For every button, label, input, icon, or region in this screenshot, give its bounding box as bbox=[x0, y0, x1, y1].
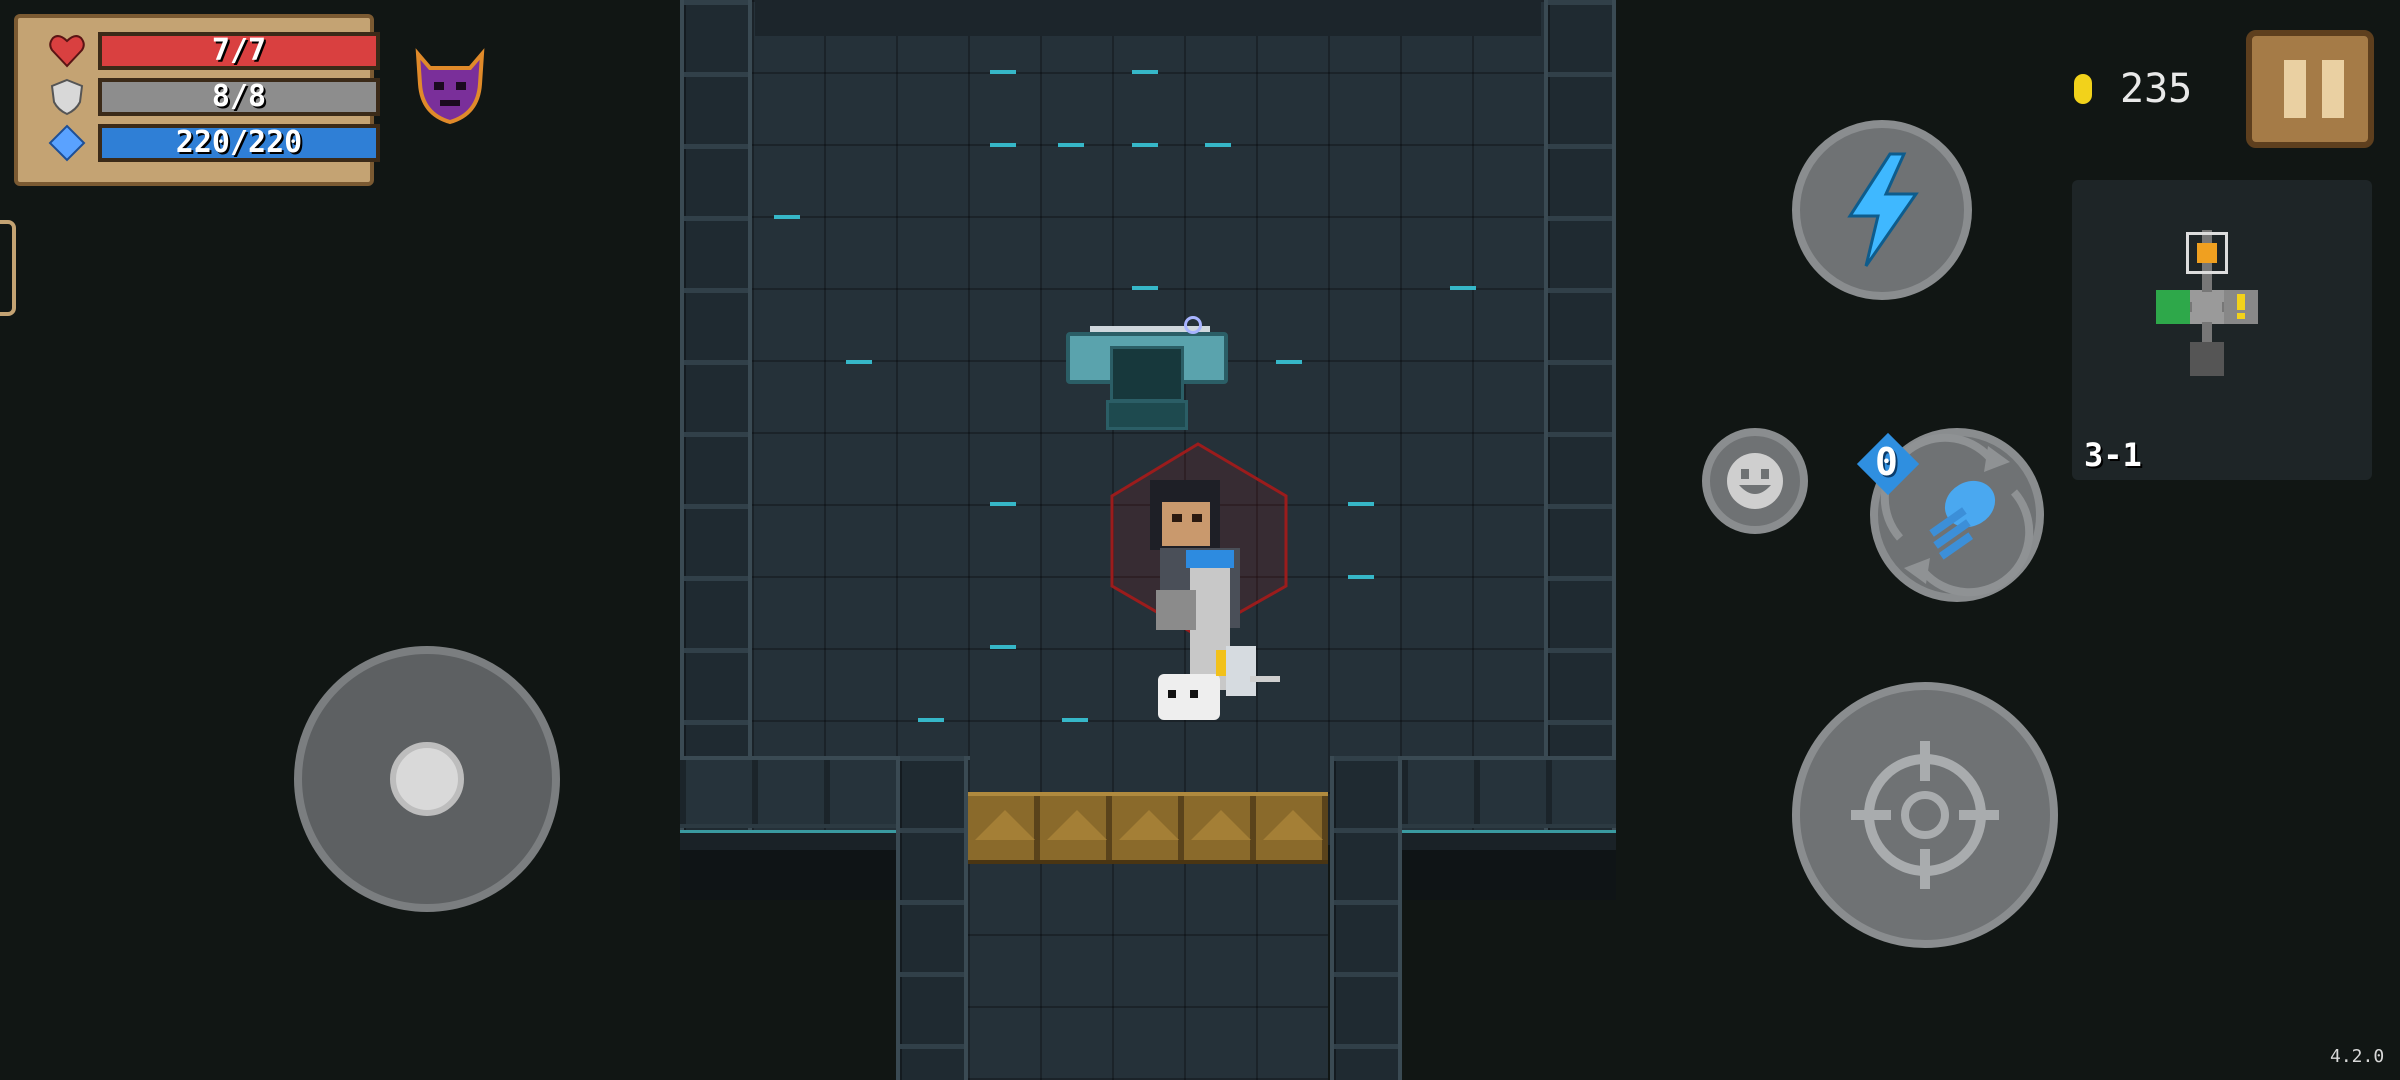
lightning-bolt-icon bbox=[1847, 152, 1919, 267]
coin-icon bbox=[2074, 74, 2092, 104]
bottom-ledge-left bbox=[680, 830, 900, 850]
heart-icon bbox=[49, 35, 85, 68]
armor-bar: 8/8 bbox=[98, 78, 380, 116]
floor-light bbox=[1132, 143, 1158, 147]
floor-light bbox=[1058, 143, 1084, 147]
jellyfish-weapon-icon bbox=[1929, 480, 1996, 560]
joystick-knob[interactable] bbox=[390, 742, 464, 816]
floor-light bbox=[1132, 70, 1158, 74]
floor-light bbox=[1276, 360, 1302, 364]
right-wall bbox=[1544, 0, 1616, 830]
ledge-shadow-right bbox=[1400, 850, 1616, 900]
version-label: 4.2.0 bbox=[2330, 1046, 2385, 1067]
floor-light bbox=[1062, 718, 1088, 722]
floor-light bbox=[990, 645, 1016, 649]
floor-light bbox=[1132, 286, 1158, 290]
dungeon-room-back bbox=[755, 0, 1541, 36]
skill-counter-badge: 0 bbox=[1856, 432, 1920, 496]
bridge-deco bbox=[1191, 810, 1251, 840]
weapon-pedestal[interactable] bbox=[1066, 316, 1228, 434]
minimap-room-current bbox=[2190, 290, 2224, 324]
health-value: 7/7 bbox=[211, 33, 267, 68]
crosshair-icon bbox=[1851, 741, 1999, 889]
corridor-floor bbox=[968, 862, 1328, 1080]
emote-button[interactable] bbox=[1702, 428, 1808, 534]
smiley-face-icon bbox=[1727, 453, 1783, 509]
player-stats-panel: 7/7 8/8 220/220 bbox=[14, 14, 380, 186]
ledge-shadow-left bbox=[680, 850, 900, 900]
floor-light bbox=[846, 360, 872, 364]
health-bar: 7/7 bbox=[98, 32, 380, 70]
floor-light bbox=[990, 143, 1016, 147]
corridor-wall-left bbox=[896, 756, 968, 1080]
bridge-deco bbox=[1119, 810, 1179, 840]
exclamation-icon bbox=[2237, 294, 2245, 310]
bridge-deco bbox=[975, 810, 1035, 840]
skill-counter-value: 0 bbox=[1875, 440, 1898, 484]
minimap-room-start bbox=[2156, 290, 2190, 324]
minimap-room-below bbox=[2190, 342, 2224, 376]
floor-light bbox=[774, 215, 800, 219]
pause-button[interactable] bbox=[2246, 30, 2374, 148]
floor-light bbox=[990, 502, 1016, 506]
energy-diamond-icon bbox=[48, 124, 86, 162]
coin-counter: 235 bbox=[2058, 58, 2218, 120]
floor-light bbox=[918, 718, 944, 722]
bridge-deco bbox=[1263, 810, 1323, 840]
coin-count: 235 bbox=[2120, 66, 2193, 112]
minimap-connector bbox=[2202, 322, 2212, 342]
level-indicator: 3-1 bbox=[2084, 436, 2142, 474]
minimap[interactable] bbox=[2072, 180, 2372, 480]
purple-demon-mask-icon[interactable] bbox=[408, 44, 492, 128]
attack-button[interactable] bbox=[1792, 682, 2058, 948]
shield-icon bbox=[50, 78, 84, 116]
left-wall bbox=[680, 0, 752, 830]
player-character bbox=[1100, 440, 1300, 740]
floor-light bbox=[1205, 143, 1231, 147]
bridge-deco bbox=[1047, 810, 1107, 840]
energy-bar: 220/220 bbox=[98, 124, 380, 162]
side-tab-badge[interactable] bbox=[0, 220, 16, 316]
floor-light bbox=[1348, 575, 1374, 579]
armor-value: 8/8 bbox=[211, 79, 267, 114]
skill-button[interactable] bbox=[1792, 120, 1972, 300]
minimap-room-boss bbox=[2186, 232, 2228, 274]
pause-icon bbox=[2284, 60, 2306, 118]
minimap-room-alert bbox=[2224, 290, 2258, 324]
movement-joystick[interactable] bbox=[294, 646, 560, 912]
floor-light bbox=[1450, 286, 1476, 290]
floor-light bbox=[1348, 502, 1374, 506]
energy-value: 220/220 bbox=[175, 125, 303, 160]
floor-light bbox=[990, 70, 1016, 74]
corridor-wall-right bbox=[1330, 756, 1402, 1080]
bottom-ledge-right bbox=[1400, 830, 1616, 850]
